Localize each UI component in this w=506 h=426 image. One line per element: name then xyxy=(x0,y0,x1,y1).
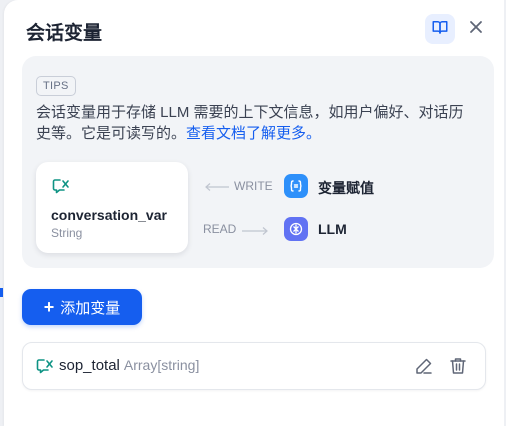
example-variable-name: conversation_var xyxy=(51,207,167,223)
plus-icon: + xyxy=(43,297,55,317)
close-button[interactable] xyxy=(465,18,487,40)
conversation-variables-panel: 会话变量 TIPS 会话变量用于存储 LLM 需要的上下文信息，如用户偏好、对话… xyxy=(4,0,504,426)
variable-assigner-label: 变量赋值 xyxy=(318,180,374,196)
tips-description: 会话变量用于存储 LLM 需要的上下文信息，如用户偏好、对话历史等。它是可读写的… xyxy=(36,102,472,144)
close-icon xyxy=(469,20,483,39)
read-arrow-icon xyxy=(241,223,269,241)
docs-button[interactable] xyxy=(425,14,455,44)
variable-name: sop_total xyxy=(59,357,120,374)
write-label: WRITE xyxy=(234,179,273,193)
llm-icon xyxy=(284,217,308,241)
book-open-icon xyxy=(431,18,449,41)
tips-box: TIPS 会话变量用于存储 LLM 需要的上下文信息，如用户偏好、对话历史等。它… xyxy=(22,56,494,268)
docs-link[interactable]: 查看文档了解更多。 xyxy=(186,125,321,142)
variable-row[interactable]: sop_total Array[string] xyxy=(22,342,486,390)
read-label: READ xyxy=(203,222,237,236)
conversation-variable-icon xyxy=(36,358,54,379)
llm-label: LLM xyxy=(318,221,347,237)
trash-icon[interactable] xyxy=(449,357,467,380)
panel-title: 会话变量 xyxy=(26,23,103,44)
write-arrow-icon xyxy=(204,179,230,197)
conversation-variable-icon xyxy=(52,178,70,199)
variable-name-line: sop_total Array[string] xyxy=(59,357,199,374)
left-edge-marker xyxy=(0,288,3,297)
example-variable-card: conversation_var String xyxy=(36,162,188,253)
add-variable-button[interactable]: + 添加变量 xyxy=(22,289,142,325)
edit-icon[interactable] xyxy=(415,357,433,380)
tips-badge: TIPS xyxy=(36,76,76,96)
variable-type: Array[string] xyxy=(123,357,200,373)
variable-assigner-icon xyxy=(284,174,308,198)
add-variable-label: 添加变量 xyxy=(60,299,121,317)
example-variable-type: String xyxy=(51,226,83,240)
